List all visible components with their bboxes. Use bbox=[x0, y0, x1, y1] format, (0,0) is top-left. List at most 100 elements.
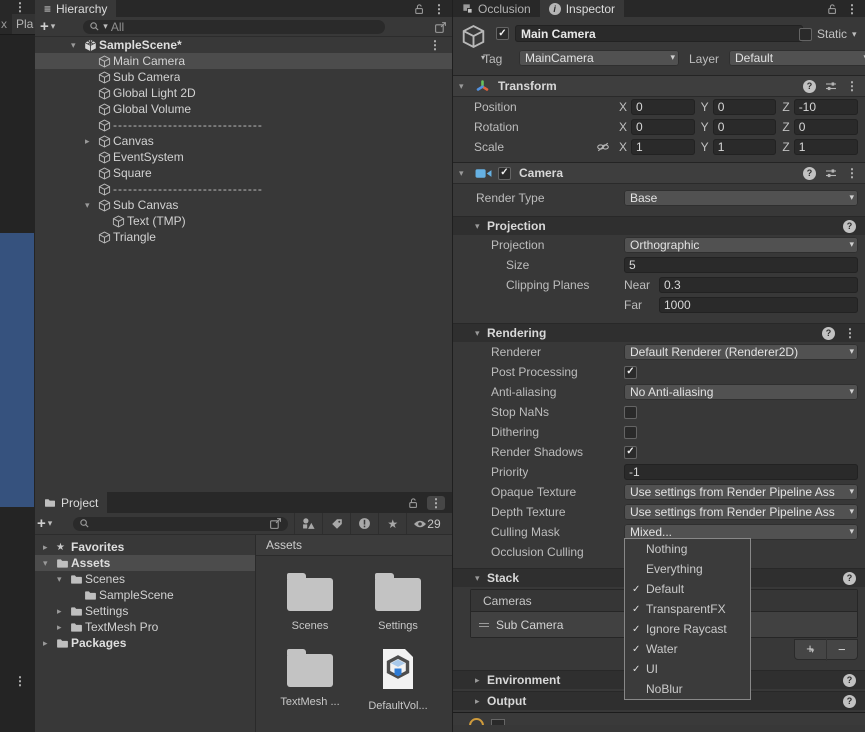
camera-component-header[interactable]: ▾ ✓ Camera ? ⋮ bbox=[453, 163, 865, 184]
panel-menu-icon[interactable]: ⋮ bbox=[846, 3, 858, 15]
help-icon[interactable]: ? bbox=[803, 79, 816, 93]
rotation-z-field[interactable]: 0 bbox=[793, 119, 859, 135]
projection-foldout[interactable]: ▾ Projection ? bbox=[453, 216, 865, 235]
project-search-input[interactable] bbox=[73, 516, 289, 531]
help-icon[interactable]: ? bbox=[843, 219, 856, 233]
culling-mask-option[interactable]: ✓ UI bbox=[625, 659, 750, 679]
hierarchy-item[interactable]: Sub Camera bbox=[35, 69, 452, 85]
scene-header-row[interactable]: ▾ SampleScene* ⋮ bbox=[35, 37, 452, 53]
project-tree-item[interactable]: ▾ Assets bbox=[35, 555, 255, 571]
culling-mask-option[interactable]: ✓ TransparentFX bbox=[625, 599, 750, 619]
property-dropdown[interactable]: No Anti-aliasing ▾ bbox=[624, 384, 858, 400]
property-checkbox[interactable]: ✓ bbox=[624, 445, 637, 459]
panel-menu-icon[interactable]: ⋮ bbox=[430, 497, 442, 509]
hierarchy-search-input[interactable]: ▾ All bbox=[83, 19, 386, 34]
culling-mask-option[interactable]: Everything bbox=[625, 559, 750, 579]
gameobject-cube-icon[interactable] bbox=[461, 24, 486, 49]
window-menu-icon[interactable]: ⋮ bbox=[14, 675, 26, 687]
asset-item[interactable]: TextMesh ... bbox=[270, 642, 350, 712]
tab-hierarchy[interactable]: ≡ Hierarchy bbox=[35, 0, 117, 17]
culling-mask-option[interactable]: ✓ Water bbox=[625, 639, 750, 659]
section-menu-icon[interactable]: ⋮ bbox=[844, 327, 856, 339]
property-checkbox[interactable] bbox=[624, 425, 637, 439]
partial-tab[interactable]: x bbox=[1, 17, 7, 31]
search-filter-caret-icon[interactable]: ▾ bbox=[103, 22, 108, 31]
asset-item[interactable]: Settings bbox=[358, 566, 438, 632]
property-field[interactable]: 0.3 bbox=[659, 277, 858, 293]
panel-menu-icon[interactable]: ⋮ bbox=[433, 3, 445, 15]
project-tree-item[interactable]: SampleScene bbox=[35, 587, 255, 603]
search-by-type-button[interactable] bbox=[294, 513, 322, 534]
unlinked-scale-icon[interactable] bbox=[596, 140, 610, 154]
property-checkbox[interactable]: ✓ bbox=[624, 365, 637, 379]
property-field[interactable]: 5 bbox=[624, 257, 858, 273]
open-window-icon[interactable] bbox=[434, 21, 447, 34]
position-y-field[interactable]: 0 bbox=[712, 99, 777, 115]
tab-project[interactable]: Project bbox=[35, 492, 108, 513]
expander-arrow-icon[interactable]: ▾ bbox=[43, 558, 48, 568]
tab-inspector[interactable]: i Inspector bbox=[539, 0, 625, 17]
expander-arrow-icon[interactable]: ▸ bbox=[43, 542, 48, 552]
expander-arrow-icon[interactable]: ▸ bbox=[85, 136, 90, 146]
hierarchy-item[interactable]: Square bbox=[35, 165, 452, 181]
property-checkbox[interactable] bbox=[624, 405, 637, 419]
add-button[interactable]: +▾ bbox=[795, 638, 827, 661]
active-checkbox[interactable]: ✓ bbox=[496, 27, 509, 40]
asset-item[interactable]: Scenes bbox=[270, 566, 350, 632]
scale-y-field[interactable]: 1 bbox=[712, 139, 777, 155]
hierarchy-item[interactable]: ------------------------------ bbox=[35, 117, 452, 133]
expander-arrow-icon[interactable]: ▸ bbox=[43, 638, 48, 648]
scene-menu-icon[interactable]: ⋮ bbox=[429, 39, 452, 51]
window-menu-icon[interactable]: ⋮ bbox=[14, 1, 26, 13]
expander-arrow-icon[interactable]: ▸ bbox=[57, 606, 62, 616]
property-dropdown[interactable]: Use settings from Render Pipeline Ass ▾ bbox=[624, 484, 858, 500]
search-by-import-log-button[interactable] bbox=[350, 513, 378, 534]
property-dropdown[interactable]: Use settings from Render Pipeline Ass ▾ bbox=[624, 504, 858, 520]
expander-arrow-icon[interactable]: ▸ bbox=[57, 622, 62, 632]
gameobject-name-field[interactable]: Main Camera bbox=[515, 25, 803, 42]
hierarchy-item[interactable]: ▾ Sub Canvas bbox=[35, 197, 452, 213]
presets-icon[interactable] bbox=[825, 80, 837, 92]
lock-icon[interactable] bbox=[826, 3, 838, 15]
create-object-button[interactable]: + ▾ bbox=[40, 19, 55, 34]
drag-handle-icon[interactable] bbox=[479, 622, 489, 627]
culling-mask-option[interactable]: Nothing bbox=[625, 539, 750, 559]
search-by-label-button[interactable] bbox=[322, 513, 350, 534]
open-window-icon[interactable] bbox=[269, 517, 282, 530]
create-asset-button[interactable]: + ▾ bbox=[37, 516, 52, 531]
project-tree-item[interactable]: ▸ ★ Favorites bbox=[35, 539, 255, 555]
static-caret-icon[interactable]: ▾ bbox=[852, 29, 857, 39]
asset-item[interactable]: DefaultVol... bbox=[358, 642, 438, 712]
scale-z-field[interactable]: 1 bbox=[793, 139, 859, 155]
property-dropdown[interactable]: Default Renderer (Renderer2D) ▾ bbox=[624, 344, 858, 360]
project-tree-item[interactable]: ▸ Packages bbox=[35, 635, 255, 651]
static-toggle[interactable]: Static ▾ bbox=[799, 27, 857, 41]
expander-arrow-icon[interactable]: ▾ bbox=[57, 574, 62, 584]
project-tree-item[interactable]: ▸ TextMesh Pro bbox=[35, 619, 255, 635]
project-tree-item[interactable]: ▾ Scenes bbox=[35, 571, 255, 587]
hierarchy-item[interactable]: Main Camera bbox=[35, 53, 452, 69]
rotation-x-field[interactable]: 0 bbox=[631, 119, 695, 135]
expander-arrow-icon[interactable]: ▾ bbox=[71, 40, 84, 51]
hierarchy-item[interactable]: EventSystem bbox=[35, 149, 452, 165]
hierarchy-item[interactable]: Text (TMP) bbox=[35, 213, 452, 229]
hierarchy-item[interactable]: Global Volume bbox=[35, 101, 452, 117]
expander-arrow-icon[interactable]: ▾ bbox=[85, 200, 90, 210]
hierarchy-item[interactable]: ▸ Canvas bbox=[35, 133, 452, 149]
tag-dropdown[interactable]: MainCamera ▾ bbox=[519, 50, 679, 66]
property-field[interactable]: -1 bbox=[624, 464, 858, 480]
hierarchy-item[interactable]: Triangle bbox=[35, 229, 452, 245]
help-icon[interactable]: ? bbox=[843, 673, 856, 687]
help-icon[interactable]: ? bbox=[843, 571, 856, 585]
position-z-field[interactable]: -10 bbox=[793, 99, 859, 115]
project-tree-item[interactable]: ▸ Settings bbox=[35, 603, 255, 619]
component-menu-icon[interactable]: ⋮ bbox=[846, 167, 858, 179]
property-dropdown[interactable]: Orthographic ▾ bbox=[624, 237, 858, 253]
culling-mask-option[interactable]: NoBlur bbox=[625, 679, 750, 699]
camera-enabled-checkbox[interactable]: ✓ bbox=[498, 166, 511, 180]
hierarchy-item[interactable]: Global Light 2D bbox=[35, 85, 452, 101]
culling-mask-option[interactable]: ✓ Ignore Raycast bbox=[625, 619, 750, 639]
lock-icon[interactable] bbox=[407, 497, 419, 509]
component-menu-icon[interactable]: ⋮ bbox=[846, 80, 858, 92]
rendering-foldout[interactable]: ▾ Rendering ? ⋮ bbox=[453, 323, 865, 342]
